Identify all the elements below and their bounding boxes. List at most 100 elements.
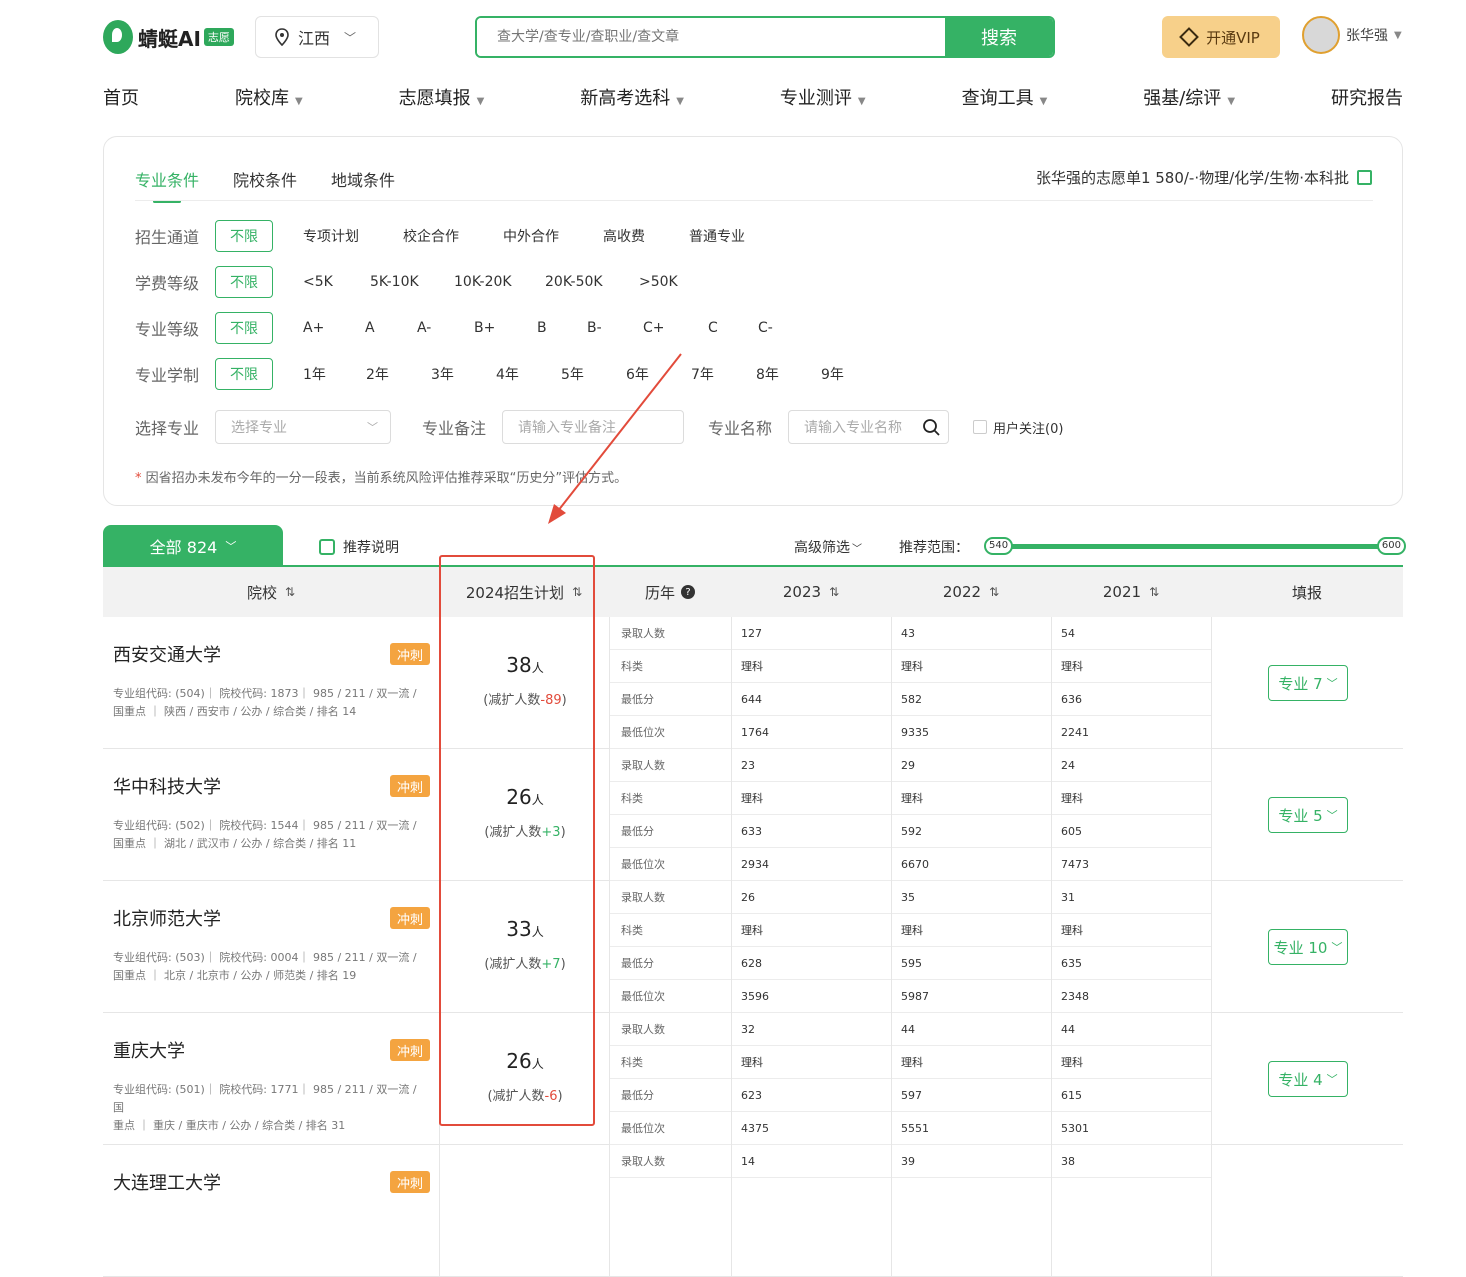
history-row: 科类 理科 理科 理科: [609, 782, 1211, 815]
edit-icon[interactable]: [1357, 170, 1372, 185]
advanced-filter-button[interactable]: 高级筛选 ﹀: [794, 537, 862, 557]
filter-option-selected[interactable]: 不限: [215, 220, 273, 252]
school-name[interactable]: 重庆大学: [113, 1037, 185, 1063]
school-meta-line: 国重点 ｜ 湖北 / 武汉市 / 公办 / 综合类 / 排名 11: [113, 837, 357, 850]
fill-major-button[interactable]: 专业 4 ﹀: [1268, 1061, 1348, 1097]
slider-min-handle[interactable]: 540: [984, 537, 1014, 555]
column-divider: [439, 1145, 440, 1277]
nav-item-tools[interactable]: 查询工具 ▼: [962, 84, 1048, 110]
nav-item-schools[interactable]: 院校库 ▼: [235, 84, 303, 110]
history-value-2023: 633: [741, 824, 762, 838]
filter-option-selected[interactable]: 不限: [215, 358, 273, 390]
history-value-2022: 29: [901, 758, 915, 772]
column-divider: [1051, 1145, 1052, 1277]
history-value-2021: 605: [1061, 824, 1082, 838]
school-name[interactable]: 大连理工大学: [113, 1169, 221, 1195]
filter-option[interactable]: 普通专业: [689, 226, 789, 246]
filter-option[interactable]: C: [708, 320, 758, 336]
select-major-dropdown[interactable]: 选择专业 ﹀: [215, 410, 391, 444]
filter-option[interactable]: 9年: [821, 364, 861, 384]
history-value-2021: 635: [1061, 956, 1082, 970]
filter-option[interactable]: C+: [643, 320, 708, 336]
filter-option[interactable]: 8年: [756, 364, 821, 384]
filter-option[interactable]: 20K-50K: [545, 274, 639, 290]
header-2022[interactable]: 2022 ⇅: [891, 567, 1051, 617]
filter-option[interactable]: 5K-10K: [370, 274, 454, 290]
filter-option[interactable]: C-: [758, 320, 798, 336]
all-results-tab[interactable]: 全部 824 ﹀: [103, 525, 283, 567]
vip-button[interactable]: 开通VIP: [1162, 16, 1280, 58]
school-name[interactable]: 西安交通大学: [113, 641, 221, 667]
filter-option-selected[interactable]: 不限: [215, 312, 273, 344]
history-row: 录取人数 32 44 44: [609, 1013, 1211, 1046]
tab-region-conditions[interactable]: 地域条件: [331, 167, 395, 191]
user-follow-checkbox[interactable]: [973, 420, 987, 434]
header-2021[interactable]: 2021 ⇅: [1051, 567, 1211, 617]
search-icon[interactable]: [922, 418, 940, 436]
filter-option[interactable]: B-: [587, 320, 643, 336]
nav-item-reports[interactable]: 研究报告: [1331, 84, 1403, 110]
dragonfly-logo-icon: [103, 20, 133, 54]
filter-option[interactable]: 2年: [366, 364, 431, 384]
filter-option[interactable]: 3年: [431, 364, 496, 384]
help-icon[interactable]: ?: [681, 585, 695, 599]
range-slider[interactable]: 540 600: [984, 537, 1406, 555]
header-2023[interactable]: 2023 ⇅: [731, 567, 891, 617]
caret-down-icon: ▼: [476, 96, 485, 107]
column-divider: [609, 617, 610, 749]
school-name[interactable]: 华中科技大学: [113, 773, 221, 799]
nav-item-application[interactable]: 志愿填报 ▼: [399, 84, 485, 110]
filter-option[interactable]: <5K: [303, 274, 370, 290]
logo[interactable]: 蜻蜓AI 志愿: [103, 20, 234, 54]
filter-option-selected[interactable]: 不限: [215, 266, 273, 298]
filter-option[interactable]: 10K-20K: [454, 274, 545, 290]
user-follow-label[interactable]: 用户关注(0): [993, 418, 1063, 437]
region-selector[interactable]: 江西 ﹀: [255, 16, 379, 58]
search-button[interactable]: 搜索: [945, 18, 1053, 56]
filter-option[interactable]: 专项计划: [303, 226, 403, 246]
filter-option[interactable]: B: [537, 320, 587, 336]
history-row: 科类 理科 理科 理科: [609, 914, 1211, 947]
recommend-note-button[interactable]: 推荐说明: [319, 537, 399, 557]
nav-item-major-test[interactable]: 专业测评 ▼: [780, 84, 866, 110]
risk-badge: 冲刺: [390, 643, 430, 665]
fill-major-button[interactable]: 专业 7 ﹀: [1268, 665, 1348, 701]
nav-item-home[interactable]: 首页: [103, 84, 139, 110]
fill-major-button[interactable]: 专业 10 ﹀: [1268, 929, 1348, 965]
history-value-2022: 44: [901, 1022, 915, 1036]
location-pin-icon: [275, 28, 289, 46]
caret-down-icon: ▼: [676, 96, 684, 107]
history-row: 最低位次 1764 9335 2241: [609, 716, 1211, 749]
tab-major-conditions[interactable]: 专业条件: [135, 167, 199, 203]
search-input[interactable]: [477, 18, 945, 56]
major-name-input[interactable]: 请输入专业名称: [788, 410, 949, 444]
filter-option[interactable]: 中外合作: [503, 226, 603, 246]
user-menu[interactable]: 张华强 ▼: [1302, 16, 1402, 54]
filter-row-channel: 招生通道 不限 专项计划 校企合作 中外合作 高收费 普通专业: [135, 220, 789, 252]
filter-option[interactable]: 校企合作: [403, 226, 503, 246]
filter-option[interactable]: 7年: [691, 364, 756, 384]
nav-item-strong-base[interactable]: 强基/综评 ▼: [1143, 84, 1235, 110]
fill-major-button[interactable]: 专业 5 ﹀: [1268, 797, 1348, 833]
history-value-2021: 31: [1061, 890, 1075, 904]
history-value-2022: 6670: [901, 857, 929, 871]
filter-option[interactable]: A: [365, 320, 417, 336]
tab-school-conditions[interactable]: 院校条件: [233, 167, 297, 191]
filter-option[interactable]: >50K: [639, 274, 699, 290]
filter-option[interactable]: A-: [417, 320, 474, 336]
filter-option[interactable]: B+: [474, 320, 537, 336]
caret-down-icon: ▼: [1227, 96, 1236, 107]
school-name[interactable]: 北京师范大学: [113, 905, 221, 931]
chevron-down-icon: ﹀: [225, 540, 237, 553]
school-meta-line: 专业组代码: (503)｜ 院校代码: 0004｜ 985 / 211 / 双一…: [113, 951, 417, 964]
history-value-2023: 14: [741, 1154, 755, 1168]
slider-max-handle[interactable]: 600: [1376, 537, 1406, 555]
filter-option[interactable]: 1年: [303, 364, 366, 384]
header-school[interactable]: 院校 ⇅: [103, 567, 439, 617]
plan-info: 张华强的志愿单1 580/-·物理/化学/生物·本科批: [1036, 167, 1372, 188]
nav-item-subject-selection[interactable]: 新高考选科 ▼: [580, 84, 684, 110]
filter-option[interactable]: 高收费: [603, 226, 689, 246]
history-value-2022: 理科: [901, 660, 923, 673]
filter-option[interactable]: A+: [303, 320, 365, 336]
history-value-2022: 理科: [901, 792, 923, 805]
